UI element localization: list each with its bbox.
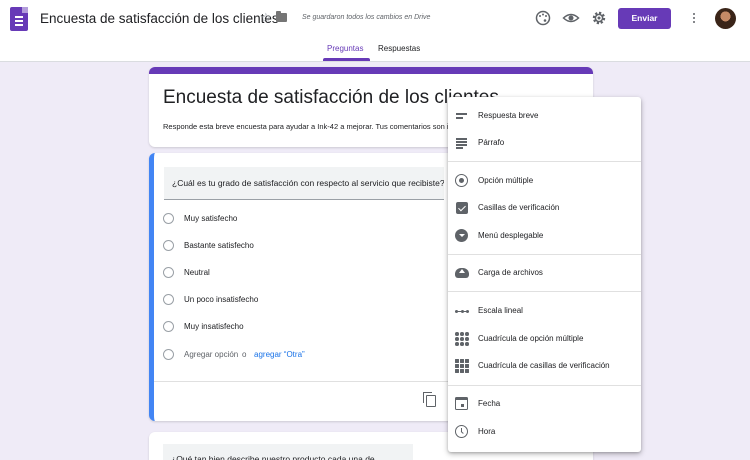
add-option-button[interactable]: Agregar opción — [184, 350, 238, 359]
menu-item-linear-scale[interactable]: Escala lineal — [448, 298, 641, 324]
question-title-input[interactable]: ¿Cuál es tu grado de satisfacción con re… — [164, 167, 444, 200]
add-other-link[interactable]: agregar “Otra” — [254, 350, 305, 359]
menu-item-checkbox-grid[interactable]: Cuadrícula de casillas de verificación — [448, 353, 641, 379]
option-label[interactable]: Neutral — [184, 268, 210, 277]
calendar-icon — [455, 397, 468, 410]
short-answer-icon — [455, 109, 469, 123]
option-label[interactable]: Un poco insatisfecho — [184, 295, 258, 304]
menu-divider — [448, 291, 641, 292]
menu-item-label: Cuadrícula de opción múltiple — [478, 334, 584, 343]
checkbox-icon — [456, 202, 468, 214]
radio-icon — [163, 321, 174, 332]
linear-scale-icon — [455, 304, 469, 318]
radio-icon — [163, 267, 174, 278]
menu-item-paragraph[interactable]: Párrafo — [448, 130, 641, 156]
menu-item-label: Hora — [478, 427, 496, 436]
radio-icon — [163, 213, 174, 224]
paragraph-icon — [455, 136, 469, 150]
dropdown-icon — [455, 229, 468, 242]
active-tab-indicator — [323, 58, 370, 61]
menu-item-time[interactable]: Hora — [448, 419, 641, 445]
palette-icon[interactable] — [534, 9, 552, 27]
question-title-input[interactable]: ¿Qué tan bien describe nuestro producto … — [163, 444, 413, 460]
form-description[interactable]: Responde esta breve encuesta para ayudar… — [163, 122, 488, 131]
menu-item-file-upload[interactable]: Carga de archivos — [448, 260, 641, 286]
duplicate-icon[interactable] — [423, 392, 436, 407]
menu-item-label: Carga de archivos — [478, 268, 543, 277]
option-label[interactable]: Muy satisfecho — [184, 214, 237, 223]
add-option-row: Agregar opción o agregar “Otra” — [163, 348, 363, 362]
menu-item-label: Escala lineal — [478, 306, 523, 315]
menu-divider — [448, 385, 641, 386]
menu-item-label: Casillas de verificación — [478, 203, 560, 212]
menu-item-dropdown[interactable]: Menú desplegable — [448, 223, 641, 249]
more-vert-icon[interactable] — [689, 11, 699, 25]
radio-icon — [455, 174, 468, 187]
menu-item-label: Cuadrícula de casillas de verificación — [478, 361, 610, 370]
menu-item-multiple-choice[interactable]: Opción múltiple — [448, 168, 641, 194]
grid-squares-icon — [455, 359, 469, 373]
menu-item-date[interactable]: Fecha — [448, 391, 641, 417]
avatar[interactable] — [715, 8, 736, 29]
radio-icon — [163, 294, 174, 305]
menu-item-label: Opción múltiple — [478, 176, 534, 185]
tab-responses[interactable]: Respuestas — [378, 44, 420, 53]
menu-item-label: Párrafo — [478, 138, 505, 147]
question-type-menu: Respuesta breve Párrafo Opción múltiple … — [448, 97, 641, 452]
radio-icon — [163, 349, 174, 360]
menu-item-label: Fecha — [478, 399, 501, 408]
tab-questions[interactable]: Preguntas — [327, 44, 363, 53]
forms-logo-icon[interactable] — [10, 7, 28, 31]
top-bar: Encuesta de satisfacción de los clientes… — [0, 0, 750, 62]
eye-icon[interactable] — [562, 9, 580, 27]
save-status: Se guardaron todos los cambios en Drive — [302, 14, 431, 21]
menu-item-short-answer[interactable]: Respuesta breve — [448, 103, 641, 129]
menu-item-label: Respuesta breve — [478, 111, 539, 120]
or-text: o — [242, 350, 247, 359]
folder-icon[interactable] — [276, 11, 287, 22]
menu-divider — [448, 254, 641, 255]
grid-dots-icon — [455, 332, 469, 346]
star-icon[interactable]: ☆ — [260, 10, 272, 26]
send-button[interactable]: Enviar — [618, 8, 671, 29]
option-label[interactable]: Muy insatisfecho — [184, 322, 244, 331]
cloud-upload-icon — [455, 268, 469, 278]
menu-item-checkboxes[interactable]: Casillas de verificación — [448, 195, 641, 221]
option-label[interactable]: Bastante satisfecho — [184, 241, 254, 250]
document-title[interactable]: Encuesta de satisfacción de los clientes — [40, 11, 279, 26]
radio-icon — [163, 240, 174, 251]
clock-icon — [455, 425, 468, 438]
menu-divider — [448, 161, 641, 162]
gear-icon[interactable] — [590, 9, 608, 27]
menu-item-multiple-choice-grid[interactable]: Cuadrícula de opción múltiple — [448, 326, 641, 352]
menu-item-label: Menú desplegable — [478, 231, 544, 240]
